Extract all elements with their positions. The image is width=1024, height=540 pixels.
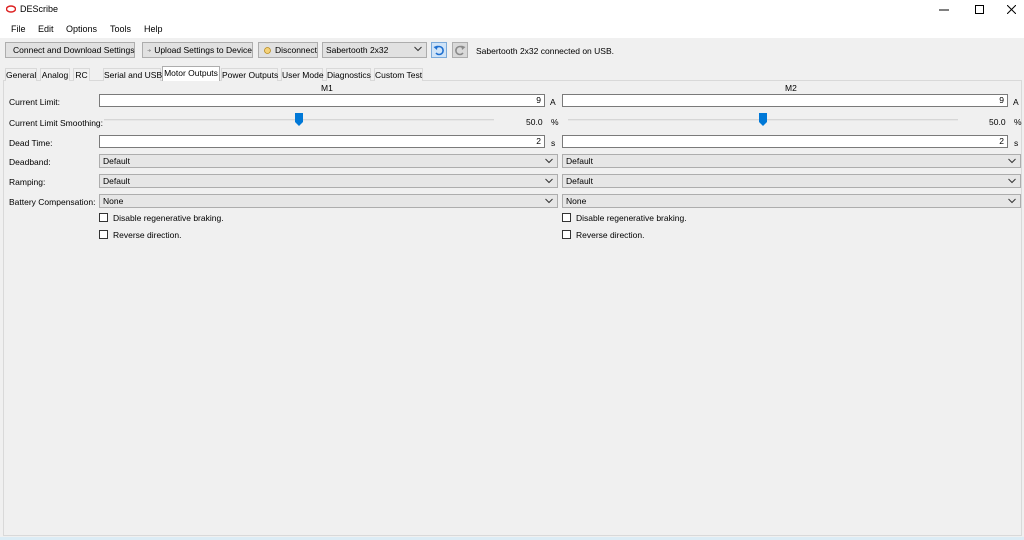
connection-status: Sabertooth 2x32 connected on USB. [476,46,614,56]
maximize-icon [974,5,984,14]
connect-download-button[interactable]: Connect and Download Settings [5,42,135,58]
m1-disable-regen-checkbox[interactable] [99,213,108,222]
m2-current-unit: A [1013,97,1019,107]
dead-time-label: Dead Time: [9,138,53,148]
menu-bar: File Edit Options Tools Help [0,19,1024,38]
m2-smoothing-slider-thumb[interactable] [759,113,767,126]
close-button[interactable] [994,0,1024,19]
disconnect-button[interactable]: Disconnect [258,42,318,58]
m1-deadband-select[interactable]: Default [99,154,558,168]
m1-ramping-select[interactable]: Default [99,174,558,188]
m1-dead-time-unit: s [551,138,556,148]
chevron-down-icon [545,198,553,204]
menu-help[interactable]: Help [144,24,163,34]
tab-user-mode[interactable]: User Mode [281,68,324,81]
device-select[interactable]: Sabertooth 2x32 [322,42,427,58]
tab-power-outputs[interactable]: Power Outputs [221,68,278,81]
chevron-down-icon [1008,158,1016,164]
undo-button[interactable] [431,42,447,58]
m1-battery-compensation-select[interactable]: None [99,194,558,208]
m2-dead-time-unit: s [1014,138,1019,148]
m1-smoothing-value: 50.0 [526,117,543,127]
m1-current-unit: A [550,97,556,107]
tab-motor-outputs[interactable]: Motor Outputs [162,66,220,81]
m2-disable-regen-label[interactable]: Disable regenerative braking. [576,213,687,223]
upload-icon [147,48,151,52]
maximize-button[interactable] [962,0,996,19]
minimize-button[interactable] [927,0,961,19]
tab-custom-test[interactable]: Custom Test [374,68,423,81]
deadband-label: Deadband: [9,157,51,167]
menu-options[interactable]: Options [66,24,97,34]
m1-reverse-direction-checkbox[interactable] [99,230,108,239]
chevron-down-icon [545,158,553,164]
m2-disable-regen-checkbox[interactable] [562,213,571,222]
upload-settings-button[interactable]: Upload Settings to Device [142,42,253,58]
m1-smoothing-unit: % [551,117,559,127]
m2-battery-compensation-value: None [566,196,587,206]
tab-analog[interactable]: Analog [40,68,70,81]
title-bar: DEScribe [0,0,1024,19]
chevron-down-icon [545,178,553,184]
chevron-down-icon [414,46,422,52]
m2-deadband-select[interactable]: Default [562,154,1021,168]
tab-serial-usb[interactable]: Serial and USB [103,68,162,81]
m2-ramping-value: Default [566,176,593,186]
m2-reverse-direction-label[interactable]: Reverse direction. [576,230,645,240]
app-logo-icon [6,5,16,13]
tab-diagnostics[interactable]: Diagnostics [326,68,371,81]
m1-column-header: M1 [321,83,333,93]
m2-battery-compensation-select[interactable]: None [562,194,1021,208]
menu-file[interactable]: File [11,24,26,34]
m1-disable-regen-label[interactable]: Disable regenerative braking. [113,213,224,223]
upload-settings-label: Upload Settings to Device [154,45,252,55]
window-title: DEScribe [20,4,59,14]
m2-deadband-value: Default [566,156,593,166]
menu-tools[interactable]: Tools [110,24,131,34]
disconnect-label: Disconnect [274,45,317,55]
chevron-down-icon [1008,198,1016,204]
undo-icon [433,45,444,56]
menu-edit[interactable]: Edit [38,24,54,34]
m1-reverse-direction-label[interactable]: Reverse direction. [113,230,182,240]
ramping-label: Ramping: [9,177,46,187]
battery-compensation-label: Battery Compensation: [9,197,96,207]
m2-dead-time-input[interactable]: 2 [562,135,1008,148]
tab-general[interactable]: General [5,68,37,81]
m1-ramping-value: Default [103,176,130,186]
tab-rc[interactable]: RC [73,68,90,81]
m2-column-header: M2 [785,83,797,93]
m1-smoothing-slider-thumb[interactable] [295,113,303,126]
chevron-down-icon [1008,178,1016,184]
m2-smoothing-value: 50.0 [989,117,1006,127]
close-icon [1006,5,1016,14]
redo-button[interactable] [452,42,468,58]
minimize-icon [939,9,949,10]
m2-current-limit-input[interactable]: 9 [562,94,1008,107]
m2-smoothing-unit: % [1014,117,1022,127]
m1-battery-compensation-value: None [103,196,124,206]
m2-reverse-direction-checkbox[interactable] [562,230,571,239]
m1-current-limit-input[interactable]: 9 [99,94,545,107]
m2-ramping-select[interactable]: Default [562,174,1021,188]
tab-strip: General Analog RC Serial and USB Motor O… [0,66,1024,81]
toolbar: Connect and Download Settings Upload Set… [0,38,1024,63]
redo-icon [455,45,466,56]
m1-deadband-value: Default [103,156,130,166]
tab-panel-motor-outputs [3,80,1022,536]
disconnect-icon [264,46,271,54]
m1-dead-time-input[interactable]: 2 [99,135,545,148]
connect-download-label: Connect and Download Settings [13,45,135,55]
current-limit-smoothing-label: Current Limit Smoothing: [9,118,104,128]
current-limit-label: Current Limit: [9,97,61,107]
device-select-value: Sabertooth 2x32 [326,45,389,55]
